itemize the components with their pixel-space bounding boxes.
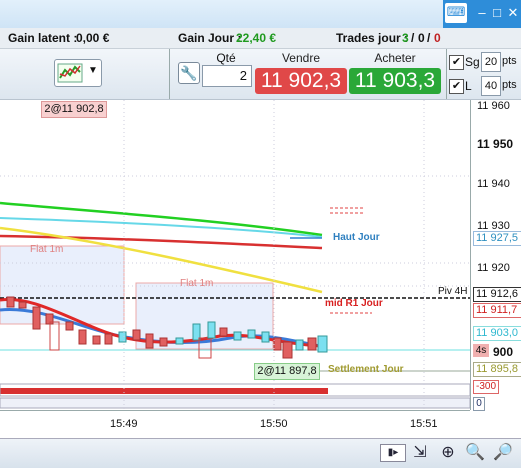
candle — [175, 337, 184, 345]
price-tick: 11 940 — [477, 178, 510, 190]
chevron-down-icon: ▼ — [88, 65, 98, 76]
price-tick: 11 920 — [477, 262, 510, 274]
piv-4h-label: Piv 4H — [438, 286, 468, 297]
latent-gain-value: 0,00 € — [76, 31, 110, 45]
sell-label: Vendre — [281, 51, 321, 65]
latent-gain-label: Gain latent : — [8, 31, 78, 45]
buy-order-tag[interactable]: 2@11 897,8 — [254, 363, 320, 380]
haut-jour-label: Haut Jour — [333, 232, 380, 243]
trades-day-value-c: 0 — [434, 31, 441, 45]
buy-label: Acheter — [374, 51, 416, 65]
price-tag-cyan: 11 903,0 — [473, 326, 521, 341]
candle — [307, 337, 317, 351]
candle-outline — [49, 321, 60, 351]
candle — [145, 333, 154, 349]
candle — [132, 329, 141, 341]
price-tag-haut-jour: 11 927,5 — [473, 231, 521, 246]
window-titlebar: ⌨ – □ ✕ — [0, 0, 521, 28]
keyboard-icon[interactable]: ⌨ — [445, 3, 467, 23]
time-tick: 15:50 — [260, 418, 288, 430]
zoom-fit-icon[interactable]: ⊕ — [438, 443, 458, 463]
price-chart[interactable]: 2@11 902,8 2@11 897,8 Flat 1m Flat 1m Ha… — [0, 100, 470, 410]
candle — [273, 337, 282, 351]
price-tag-mid-r1: 11 911,7 — [473, 303, 521, 318]
candle — [159, 337, 168, 347]
trade-tool-icon[interactable]: ⇲ — [410, 443, 430, 463]
candle — [78, 329, 87, 345]
chart-status-bar: ▮▸ ⇲ ⊕ 🔍 🔎 — [0, 438, 521, 468]
candle — [207, 321, 216, 339]
settlement-label: Settlement Jour — [328, 364, 404, 375]
bar-countdown-badge: 4s — [473, 344, 489, 357]
day-gain-value: 22,40 € — [236, 31, 277, 45]
zoom-out-icon[interactable]: 🔍 — [465, 443, 485, 463]
wrench-icon[interactable]: 🔧 — [178, 62, 200, 84]
chart-indicator-icon — [57, 63, 83, 83]
candle — [219, 327, 228, 337]
order-toolbar: ▼ 🔧 Qté 2 Vendre 11 902,3 Acheter 11 903… — [0, 49, 521, 100]
limit-label: L — [465, 79, 472, 93]
buy-price: 11 903,3 — [349, 68, 441, 94]
candle — [18, 301, 27, 309]
volume-strip — [0, 388, 328, 394]
candle — [6, 296, 15, 308]
candle — [118, 331, 127, 343]
price-tick: 900 — [493, 345, 514, 359]
scroll-to-end-icon[interactable]: ▮▸ — [380, 444, 406, 462]
trades-sep-1: / — [411, 31, 415, 45]
price-tick: 11 960 — [477, 100, 510, 112]
trades-day-label: Trades jour : — [336, 31, 409, 45]
time-tick: 15:49 — [110, 418, 138, 430]
price-axis[interactable]: 11 960 11 950 11 940 11 930 11 920 900 1… — [470, 100, 521, 411]
time-axis[interactable]: 15:49 15:50 15:51 — [0, 410, 470, 439]
volume-value-tag: -300 — [473, 380, 499, 394]
toolbar-divider-2 — [446, 49, 447, 99]
stop-gain-input[interactable]: 20 — [481, 52, 501, 72]
mid-r1-label: mid R1 Jour — [325, 298, 383, 309]
buy-button[interactable]: Acheter 11 903,3 — [349, 51, 441, 95]
stop-gain-unit: pts — [502, 55, 517, 67]
stop-gain-checkbox[interactable]: ✔ — [449, 55, 464, 70]
close-button[interactable]: ✕ — [504, 4, 521, 22]
price-tag-settlement: 11 895,8 — [473, 362, 521, 377]
candle — [282, 341, 293, 359]
zoom-in-icon[interactable]: 🔎 — [493, 443, 513, 463]
indicator-panel — [0, 397, 470, 409]
candle — [65, 321, 74, 331]
limit-checkbox[interactable]: ✔ — [449, 79, 464, 94]
candle — [295, 339, 304, 351]
limit-input[interactable]: 40 — [481, 76, 501, 96]
stop-gain-label: Sg — [465, 55, 480, 69]
sell-price: 11 902,3 — [255, 68, 347, 94]
time-tick: 15:51 — [410, 418, 438, 430]
price-tick: 11 950 — [477, 137, 514, 151]
flat-zone-label-1: Flat 1m — [30, 244, 64, 255]
candle — [32, 306, 41, 330]
qty-label: Qté — [216, 51, 236, 65]
candle — [92, 335, 101, 345]
trades-sep-2: / — [427, 31, 431, 45]
sell-order-tag[interactable]: 2@11 902,8 — [41, 101, 107, 118]
candle — [104, 333, 113, 345]
day-gain-label: Gain Jour : — [178, 31, 242, 45]
candle — [233, 331, 242, 341]
quantity-input[interactable]: 2 — [202, 65, 252, 87]
account-info-bar: Gain latent : 0,00 € Gain Jour : 22,40 €… — [0, 28, 521, 49]
trades-day-value-b: 0 — [418, 31, 425, 45]
window-controls: ⌨ – □ ✕ — [443, 0, 521, 28]
limit-unit: pts — [502, 79, 517, 91]
flat-zone-label-2: Flat 1m — [180, 278, 214, 289]
sell-button[interactable]: Vendre 11 902,3 — [255, 51, 347, 95]
indicator-value-tag: 0 — [473, 397, 485, 411]
candle — [317, 335, 328, 353]
candle — [261, 331, 270, 343]
indicator-menu-button[interactable]: ▼ — [54, 59, 102, 87]
price-tag-piv-4h: 11 912,6 — [473, 287, 521, 302]
toolbar-divider — [169, 49, 170, 99]
candle — [247, 329, 256, 339]
trades-day-value-a: 3 — [402, 31, 409, 45]
